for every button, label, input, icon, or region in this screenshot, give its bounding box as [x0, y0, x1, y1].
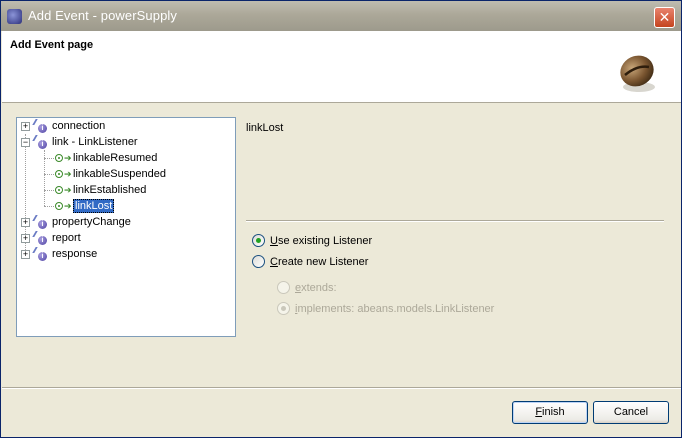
tree-item-report[interactable]: + i report	[21, 230, 81, 246]
tree-item-label: linkEstablished	[73, 184, 147, 196]
window-title: Add Event - powerSupply	[28, 8, 177, 23]
implements-label: implements: abeans.models.LinkListener	[295, 302, 495, 315]
create-new-listener-radio[interactable]: Create new Listener	[252, 255, 368, 268]
tree-item-link-lost[interactable]: ➔ linkLost	[55, 198, 115, 214]
finish-button[interactable]: Finish	[512, 401, 588, 424]
create-new-label: Create new Listener	[270, 255, 369, 268]
selected-method-name: linkLost	[246, 122, 284, 134]
tree-guide-line	[44, 206, 54, 207]
expand-icon[interactable]: +	[21, 233, 30, 243]
extends-radio: extends:	[277, 281, 337, 294]
tree-item-property-change[interactable]: + i propertyChange	[21, 214, 131, 230]
tree-item-label: linkableSuspended	[73, 168, 166, 180]
tree-item-link-established[interactable]: ➔ linkEstablished	[55, 182, 146, 198]
tree-item-link[interactable]: − i link - LinkListener	[21, 134, 138, 150]
use-existing-label: Use existing Listener	[270, 234, 373, 247]
tree-guide-line	[44, 158, 54, 159]
radio-button[interactable]	[252, 255, 265, 268]
cancel-button[interactable]: Cancel	[593, 401, 669, 424]
tree-item-label: report	[52, 232, 81, 244]
event-icon: i	[32, 247, 48, 261]
tree-item-label: linkableResumed	[73, 152, 158, 164]
radio-button-disabled	[277, 281, 290, 294]
implements-radio: implements: abeans.models.LinkListener	[277, 302, 494, 315]
method-icon: ➔	[55, 153, 72, 163]
button-bar-divider	[2, 387, 681, 389]
use-existing-listener-radio[interactable]: Use existing Listener	[252, 234, 372, 247]
tree-item-linkable-suspended[interactable]: ➔ linkableSuspended	[55, 166, 166, 182]
tree-item-label: response	[52, 248, 98, 260]
add-event-dialog: Add Event - powerSupply ✕ Add Event page	[0, 0, 682, 438]
tree-item-linkable-resumed[interactable]: ➔ linkableResumed	[55, 150, 157, 166]
close-icon: ✕	[658, 9, 671, 25]
tree-item-label: link - LinkListener	[52, 136, 138, 148]
close-button[interactable]: ✕	[654, 7, 675, 28]
extends-label: extends:	[295, 281, 337, 294]
tree-item-label: propertyChange	[52, 216, 131, 228]
divider	[246, 220, 664, 222]
tree-item-label: connection	[52, 120, 106, 132]
event-icon: i	[32, 135, 48, 149]
expand-icon[interactable]: +	[21, 249, 30, 259]
event-icon: i	[32, 119, 48, 133]
event-icon: i	[32, 215, 48, 229]
tree-item-response[interactable]: + i response	[21, 246, 97, 262]
tree-item-label: linkLost	[73, 199, 115, 213]
method-icon: ➔	[55, 169, 72, 179]
tree-guide-line	[44, 190, 54, 191]
radio-button-disabled-checked	[277, 302, 290, 315]
coffee-bean-icon	[620, 55, 655, 92]
method-icon: ➔	[55, 201, 72, 211]
event-tree[interactable]: + i connection − i link - LinkListener ➔…	[16, 117, 236, 337]
radio-button-checked[interactable]	[252, 234, 265, 247]
wizard-header: Add Event page	[2, 31, 681, 103]
collapse-icon[interactable]: −	[21, 137, 30, 147]
title-bar[interactable]: Add Event - powerSupply ✕	[1, 1, 681, 31]
expand-icon[interactable]: +	[21, 217, 30, 227]
tree-item-connection[interactable]: + i connection	[21, 118, 105, 134]
expand-icon[interactable]: +	[21, 121, 30, 131]
eclipse-icon	[7, 9, 22, 24]
tree-guide-line	[44, 174, 54, 175]
event-icon: i	[32, 231, 48, 245]
page-title: Add Event page	[10, 39, 94, 51]
method-icon: ➔	[55, 185, 72, 195]
